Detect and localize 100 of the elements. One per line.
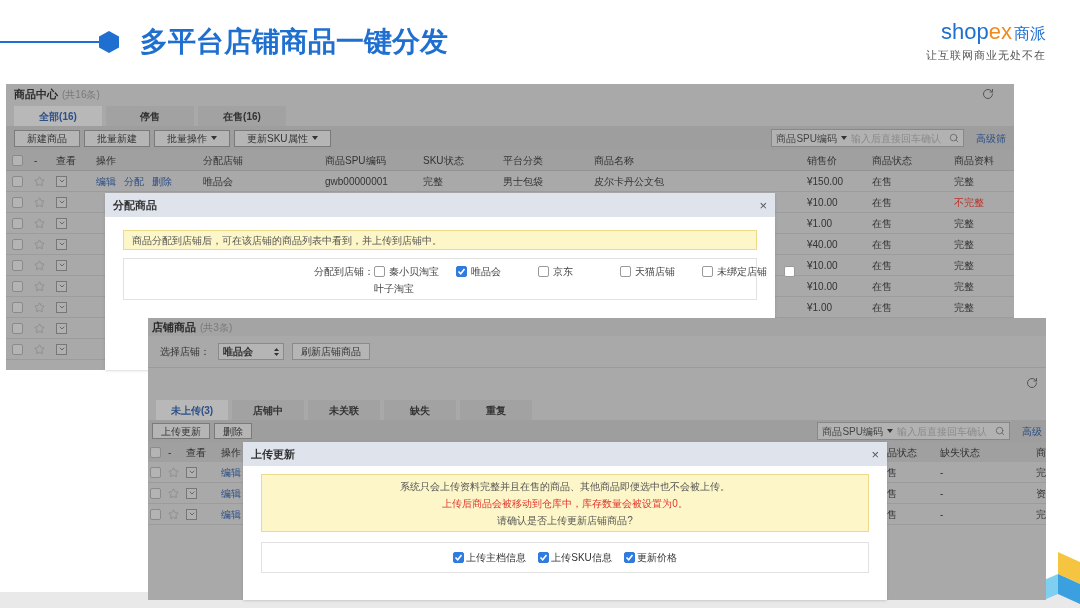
upload-option[interactable]: 上传主档信息 [453,550,527,565]
checkbox[interactable] [620,266,631,277]
table-cell: - [940,487,944,499]
refresh-icon[interactable] [1026,377,1038,389]
dropdown-icon[interactable] [56,238,67,250]
dropdown-icon[interactable] [56,217,67,229]
column-header: - [34,153,39,168]
tab[interactable]: 停售 [106,106,194,126]
store-option[interactable]: 京东 [538,264,620,279]
checkbox[interactable] [12,301,23,313]
field-label: 选择店铺： [160,345,210,359]
checkbox[interactable] [12,280,23,292]
notice-text: 上传后商品会被移动到仓库中，库存数量会被设置为0。 [442,496,688,511]
checkbox[interactable] [12,175,23,187]
checkbox[interactable] [12,343,23,355]
notice-text: 商品分配到店铺后，可在该店铺的商品列表中看到，并上传到店铺中。 [132,233,442,248]
star-icon[interactable] [34,280,45,292]
checkbox[interactable] [702,266,713,277]
tab[interactable]: 重复 [460,400,532,420]
upload-option[interactable]: 更新价格 [623,550,677,565]
upload-option[interactable]: 上传SKU信息 [538,550,612,565]
table-cell: 完整 [954,238,974,250]
edit-link[interactable]: 编辑 [221,466,241,478]
tab[interactable]: 全部(16) [14,106,102,126]
tab[interactable]: 未关联 [308,400,380,420]
checkbox[interactable] [538,552,550,563]
dropdown-icon[interactable] [186,508,197,520]
refresh-icon[interactable] [982,88,994,100]
tab[interactable]: 未上传(3) [156,400,228,420]
toolbar-button[interactable]: 上传更新 [152,423,210,439]
table-cell: ¥10.00 [807,196,838,208]
star-icon[interactable] [34,175,45,187]
refresh-button[interactable]: 刷新店铺商品 [292,343,370,360]
checkbox[interactable] [150,466,161,478]
star-icon[interactable] [34,301,45,313]
dropdown-icon[interactable] [56,196,67,208]
star-icon[interactable] [168,508,179,520]
star-icon[interactable] [168,466,179,478]
action-link[interactable]: 分配 [124,173,144,189]
store-option[interactable]: 秦小贝淘宝 [374,264,456,279]
table-cell: 在售 [872,196,892,208]
checkbox[interactable] [150,487,161,499]
dropdown-icon[interactable] [56,343,67,355]
tab[interactable]: 店铺中 [232,400,304,420]
dropdown-icon[interactable] [56,259,67,271]
table-cell: 完整 [954,280,974,292]
dropdown-icon[interactable] [56,301,67,313]
dropdown-icon[interactable] [56,280,67,292]
dropdown-icon[interactable] [56,175,67,187]
edit-link[interactable]: 编辑 [221,508,241,520]
search-icon[interactable] [949,133,959,143]
checkbox[interactable] [12,154,23,166]
store-option[interactable]: 天猫店铺 [620,264,702,279]
checkbox[interactable] [12,196,23,208]
advanced-filter-link[interactable]: 高级筛 [976,130,1006,146]
checkbox[interactable] [12,259,23,271]
star-icon[interactable] [168,487,179,499]
tab[interactable]: 缺失 [384,400,456,420]
toolbar-button[interactable]: 更新SKU属性 [234,129,331,147]
table-cell: 在售 [872,259,892,271]
store-option[interactable]: 未绑定店铺 [702,264,784,279]
checkbox[interactable] [12,238,23,250]
checkbox[interactable] [784,266,795,277]
star-icon[interactable] [34,322,45,334]
toolbar-button[interactable]: 删除 [214,423,252,439]
checkbox[interactable] [453,552,465,563]
close-button[interactable]: × [871,447,879,461]
dropdown-icon[interactable] [56,322,67,334]
store-select[interactable]: 唯品会 [218,343,284,360]
star-icon[interactable] [34,238,45,250]
search-icon[interactable] [995,426,1005,436]
close-button[interactable]: × [759,198,767,212]
star-icon[interactable] [34,196,45,208]
checkbox[interactable] [538,266,549,277]
dropdown-icon[interactable] [186,466,197,478]
toolbar-button[interactable]: 批量操作 [154,129,230,147]
checkbox[interactable] [12,217,23,229]
table-cell: 完整 [423,175,443,187]
checkbox[interactable] [150,508,161,520]
checkbox[interactable] [12,322,23,334]
store-option-label[interactable]: 叶子淘宝 [374,281,795,296]
dropdown-icon[interactable] [186,487,197,499]
action-link[interactable]: 编辑 [96,173,116,189]
checkbox[interactable] [374,266,385,277]
tab[interactable]: 在售(16) [198,106,286,126]
advanced-filter-link[interactable]: 高级 [1022,423,1042,439]
star-icon[interactable] [34,343,45,355]
checkbox[interactable] [456,266,467,277]
checkbox[interactable] [150,446,161,458]
table-cell: 在售 [872,175,892,187]
checkbox[interactable] [623,552,635,563]
toolbar-button[interactable]: 新建商品 [14,129,80,147]
star-icon[interactable] [34,217,45,229]
star-icon[interactable] [34,259,45,271]
hexagon-icon [98,30,120,54]
edit-link[interactable]: 编辑 [221,487,241,499]
column-header: 操作 [221,446,241,458]
action-link[interactable]: 删除 [152,173,172,189]
store-option[interactable]: 唯品会 [456,264,538,279]
toolbar-button[interactable]: 批量新建 [84,129,150,147]
